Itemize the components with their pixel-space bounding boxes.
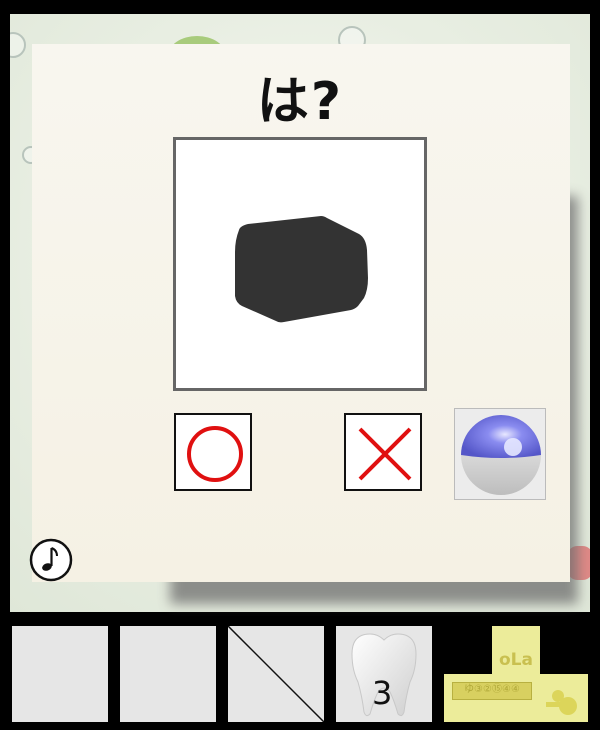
background-bubble [10, 32, 26, 58]
correct-answer-button[interactable] [174, 413, 252, 491]
wrong-answer-button[interactable] [344, 413, 422, 491]
black-block-right [540, 626, 588, 674]
crystal-ball-button[interactable] [454, 408, 546, 500]
eraser-silhouette [235, 216, 368, 323]
diagonal-line-item [227, 625, 325, 723]
key-shape [546, 690, 577, 715]
inventory-slot-5[interactable]: oLa ゆ③②⑮④④ [444, 626, 588, 722]
tooth-count: 3 [372, 674, 393, 712]
question-image-frame [173, 137, 427, 391]
logo-subtitle: ゆ③②⑮④④ [464, 684, 520, 695]
logo-text: oLa [499, 650, 533, 670]
black-block-left [444, 626, 492, 674]
inventory-slot-3[interactable] [227, 625, 325, 723]
music-toggle-button[interactable] [29, 538, 73, 582]
inventory-slot-1[interactable] [12, 626, 108, 722]
circle-icon [187, 426, 243, 482]
cross-icon [358, 427, 412, 481]
crystal-ball-icon [461, 415, 541, 495]
question-text: は? [256, 72, 344, 132]
inventory-slot-2[interactable] [120, 626, 216, 722]
music-note-icon [29, 538, 73, 582]
